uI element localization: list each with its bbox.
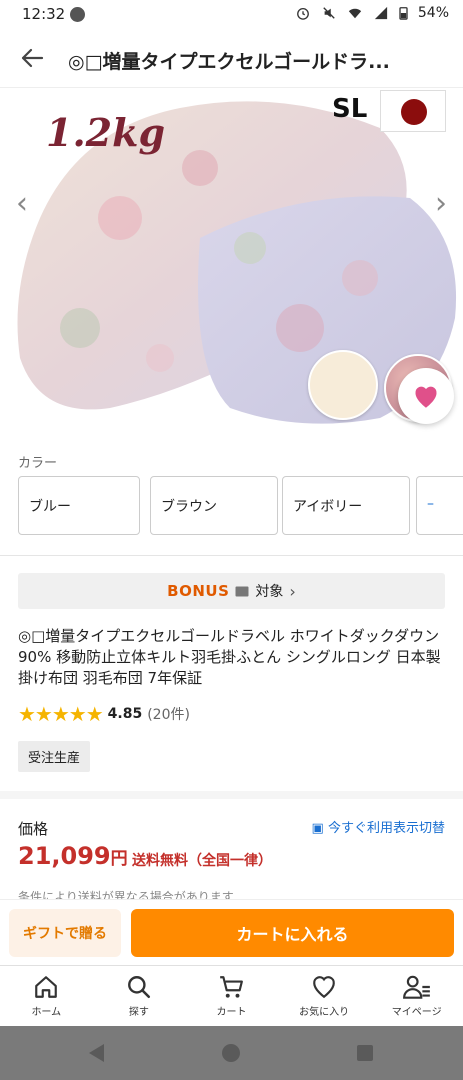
nav-item-mypage[interactable]: マイページ xyxy=(370,966,463,1026)
color-options: ブルー ブラウン アイボリー – xyxy=(18,476,463,536)
bonus-banner[interactable]: BONUS 対象 › xyxy=(18,573,445,609)
add-to-cart-button[interactable]: カートに入れる xyxy=(131,909,454,957)
carousel-next-icon[interactable]: › xyxy=(435,186,447,221)
status-icons: 54% xyxy=(295,5,449,21)
chevron-right-icon: › xyxy=(289,581,296,601)
size-label: SL xyxy=(332,94,368,124)
battery-icon xyxy=(399,7,408,20)
wifi-icon xyxy=(348,8,361,19)
user-icon xyxy=(402,975,430,999)
nav-label-cart: カート xyxy=(216,1007,247,1018)
nav-item-favorites[interactable]: お気に入り xyxy=(278,966,371,1026)
bonus-badge: BONUS xyxy=(167,582,230,600)
nav-item-home[interactable]: ホーム xyxy=(0,966,93,1026)
tax-display-toggle[interactable]: ▣ 今すぐ利用表示切替 xyxy=(312,817,445,836)
search-icon xyxy=(127,976,150,999)
section-divider xyxy=(0,791,463,799)
signal-icon xyxy=(374,6,387,20)
purchase-action-bar: ギフトで贈る カートに入れる xyxy=(0,899,463,965)
bonus-label: 対象 xyxy=(255,584,284,600)
back-arrow-icon[interactable] xyxy=(18,44,46,72)
color-option-brown[interactable]: ブラウン xyxy=(150,476,278,535)
price-label: 価格 xyxy=(18,820,49,838)
weight-label: 1.2kg xyxy=(46,110,166,155)
color-option-blue[interactable]: ブルー xyxy=(18,476,140,535)
app-header: ◎□増量タイプエクセルゴールドラ... xyxy=(0,30,463,88)
price-value: 21,099 xyxy=(18,842,111,870)
price-currency: 円 xyxy=(110,849,128,869)
status-time: 12:32 xyxy=(22,5,66,23)
nav-item-search[interactable]: 探す xyxy=(93,966,186,1026)
system-navigation-bar xyxy=(0,1026,463,1080)
color-section-label: カラー xyxy=(18,456,58,471)
system-home-icon[interactable] xyxy=(222,1044,240,1062)
nav-label-favorites: お気に入り xyxy=(299,1007,350,1018)
color-option-ivory[interactable]: アイボリー xyxy=(282,476,410,535)
page-title: ◎□増量タイプエクセルゴールドラ... xyxy=(68,51,390,73)
notification-icon xyxy=(70,7,85,22)
system-recents-icon[interactable] xyxy=(357,1045,373,1061)
nav-label-mypage: マイページ xyxy=(391,1007,442,1018)
bottom-navigation: ホーム 探す カート お気に入り マイページ xyxy=(0,965,463,1026)
tax-display-toggle-label: 今すぐ利用表示切替 xyxy=(327,821,445,836)
shipping-info: 送料無料（全国一律） xyxy=(132,853,272,869)
nav-item-cart[interactable]: カート xyxy=(185,966,278,1026)
rating-summary[interactable]: ★★★★★ 4.85 (20件) xyxy=(18,702,190,726)
product-name: ◎□増量タイプエクセルゴールドラベル ホワイトダックダウン90% 移動防止立体キ… xyxy=(18,627,441,687)
status-bar: 12:32 54% xyxy=(0,0,463,30)
cart-icon xyxy=(220,976,244,998)
product-image-carousel[interactable]: 1.2kg SL ‹ › xyxy=(0,88,463,440)
alarm-icon xyxy=(296,7,309,20)
nav-label-search: 探す xyxy=(128,1007,149,1018)
mute-icon xyxy=(323,7,335,19)
home-icon xyxy=(35,976,58,998)
heart-outline-icon xyxy=(313,976,335,999)
color-option-more[interactable]: – xyxy=(416,476,463,535)
color-swatch-ivory[interactable] xyxy=(308,350,378,420)
carousel-prev-icon[interactable]: ‹ xyxy=(16,186,28,221)
gift-button[interactable]: ギフトで贈る xyxy=(9,909,121,957)
star-rating-icon: ★★★★★ xyxy=(18,702,104,726)
japan-flag-icon xyxy=(380,90,446,132)
battery-percent: 54% xyxy=(417,5,449,21)
price-amount: 21,099円 xyxy=(18,842,128,870)
divider xyxy=(0,555,463,556)
card-icon xyxy=(235,586,249,596)
review-count: (20件) xyxy=(147,707,190,723)
system-back-icon[interactable] xyxy=(89,1044,104,1062)
toggle-icon: ▣ xyxy=(311,821,324,836)
heart-icon xyxy=(415,386,437,408)
favorite-button[interactable] xyxy=(398,368,454,424)
made-to-order-tag: 受注生産 xyxy=(18,741,91,772)
nav-label-home: ホーム xyxy=(31,1007,62,1018)
rating-score: 4.85 xyxy=(107,706,143,722)
